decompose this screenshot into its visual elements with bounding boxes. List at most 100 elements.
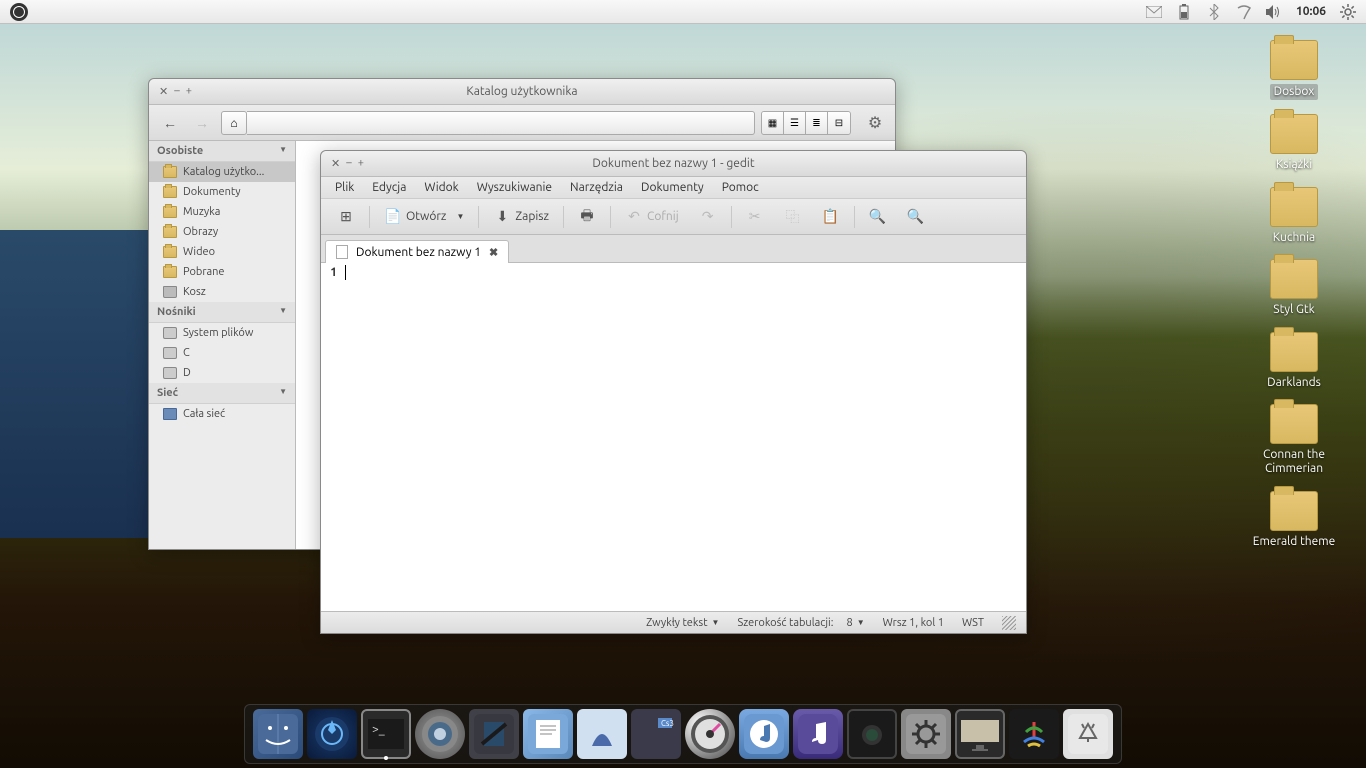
svg-text:>_: >_ (372, 723, 385, 736)
dock-terminal[interactable]: >_ (361, 709, 411, 759)
home-button[interactable]: ⌂ (221, 111, 247, 135)
sidebar-item[interactable]: Kosz (149, 282, 295, 302)
resize-grip[interactable] (1002, 616, 1016, 630)
sidebar-item[interactable]: Muzyka (149, 202, 295, 222)
text-editor[interactable] (341, 263, 1026, 611)
menu-edycja[interactable]: Edycja (364, 179, 414, 196)
back-button[interactable]: ← (157, 111, 183, 135)
syntax-mode-selector[interactable]: Zwykły tekst▼ (646, 617, 719, 629)
dock-finder[interactable] (253, 709, 303, 759)
tab-close-icon[interactable]: ✖ (489, 246, 498, 259)
clock[interactable]: 10:06 (1296, 5, 1326, 18)
sidebar-item[interactable]: Katalog użytko... (149, 162, 295, 182)
desktop-folder[interactable]: Emerald theme (1244, 491, 1344, 549)
find-button[interactable]: 🔍 (863, 205, 893, 229)
dock-scribus[interactable] (577, 709, 627, 759)
sidebar-item[interactable]: D (149, 363, 295, 383)
copy-button[interactable]: ⿻ (778, 205, 808, 229)
list-view-button[interactable]: ☰ (784, 112, 806, 134)
maximize-button[interactable]: + (358, 157, 364, 170)
dock-camera[interactable] (847, 709, 897, 759)
sidebar-item[interactable]: Wideo (149, 242, 295, 262)
sidebar-item[interactable]: Cała sieć (149, 404, 295, 424)
document-tab[interactable]: Dokument bez nazwy 1 ✖ (325, 240, 509, 263)
minimize-button[interactable]: – (346, 157, 351, 170)
gedit-titlebar[interactable]: ✕ – + Dokument bez nazwy 1 - gedit (321, 151, 1026, 177)
dock-itunes[interactable] (739, 709, 789, 759)
menu-plik[interactable]: Plik (327, 179, 362, 196)
mail-indicator-icon[interactable] (1146, 4, 1162, 20)
sidebar-section-header[interactable]: Osobiste▼ (149, 141, 295, 162)
minimize-button[interactable]: – (174, 85, 179, 98)
dock-amarok[interactable] (685, 709, 735, 759)
menu-wyszukiwanie[interactable]: Wyszukiwanie (469, 179, 560, 196)
compact-view-button[interactable]: ≣ (806, 112, 828, 134)
tab-width-selector[interactable]: Szerokość tabulacji: 8▼ (737, 617, 864, 629)
dock-notes[interactable] (469, 709, 519, 759)
sidebar-item-label: Katalog użytko... (183, 166, 264, 178)
dock-settings[interactable] (901, 709, 951, 759)
paste-button[interactable]: 📋 (816, 205, 846, 229)
undo-label: Cofnij (647, 210, 679, 223)
sidebar-item[interactable]: C (149, 343, 295, 363)
undo-button[interactable]: ↶Cofnij (619, 205, 685, 229)
activities-button[interactable] (0, 0, 38, 24)
paste-icon: 📋 (822, 208, 840, 226)
gedit-title: Dokument bez nazwy 1 - gedit (321, 157, 1026, 170)
volume-indicator-icon[interactable] (1266, 4, 1282, 20)
top-panel: 10:06 (0, 0, 1366, 24)
menu-widok[interactable]: Widok (416, 179, 466, 196)
desktop-folder[interactable]: Kuchnia (1244, 187, 1344, 245)
dock-writer[interactable] (523, 709, 573, 759)
text-cursor (345, 265, 346, 280)
fm-menu-gear-icon[interactable]: ⚙ (863, 111, 887, 135)
fm-titlebar[interactable]: ✕ – + Katalog użytkownika (149, 79, 895, 105)
redo-button[interactable]: ↷ (693, 205, 723, 229)
folder-icon (1270, 40, 1318, 80)
new-document-button[interactable]: ⊞ (331, 205, 361, 229)
desktop-folder[interactable]: Connan the Cimmerian (1244, 404, 1344, 477)
open-button[interactable]: 📄Otwórz▼ (378, 205, 470, 229)
menu-pomoc[interactable]: Pomoc (714, 179, 767, 196)
dock-browser[interactable] (415, 709, 465, 759)
close-button[interactable]: ✕ (331, 157, 340, 170)
forward-button[interactable]: → (189, 111, 215, 135)
sidebar-item[interactable]: System plików (149, 323, 295, 343)
print-button[interactable]: 🖶 (572, 205, 602, 229)
dock-photoshop[interactable]: Cs3 (631, 709, 681, 759)
desktop-folder[interactable]: Styl Gtk (1244, 259, 1344, 317)
settings-gear-icon[interactable] (1340, 4, 1356, 20)
sidebar-item[interactable]: Pobrane (149, 262, 295, 282)
sidebar-section-header[interactable]: Nośniki▼ (149, 302, 295, 323)
find-replace-button[interactable]: 🔍 (901, 205, 931, 229)
path-bar[interactable] (247, 111, 755, 135)
icon-view-button[interactable]: ▦ (762, 112, 784, 134)
dock-games[interactable] (1009, 709, 1059, 759)
dock-trash[interactable] (1063, 709, 1113, 759)
bluetooth-indicator-icon[interactable] (1206, 4, 1222, 20)
save-button[interactable]: ⬇Zapisz (487, 205, 555, 229)
sidebar-item[interactable]: Obrazy (149, 222, 295, 242)
folder-icon (163, 266, 177, 278)
open-label: Otwórz (406, 210, 446, 223)
tree-view-button[interactable]: ⊟ (828, 112, 850, 134)
folder-icon (1270, 259, 1318, 299)
maximize-button[interactable]: + (186, 85, 192, 98)
sidebar-item[interactable]: Dokumenty (149, 182, 295, 202)
cut-button[interactable]: ✂ (740, 205, 770, 229)
desktop-folder[interactable]: Darklands (1244, 332, 1344, 390)
folder-label: Styl Gtk (1273, 303, 1314, 317)
dock-monitor[interactable] (955, 709, 1005, 759)
dock-music[interactable] (793, 709, 843, 759)
close-button[interactable]: ✕ (159, 85, 168, 98)
desktop-folder[interactable]: Książki (1244, 114, 1344, 172)
folder-label: Connan the Cimmerian (1244, 448, 1344, 477)
desktop-folder[interactable]: Dosbox (1244, 40, 1344, 100)
menu-narzędzia[interactable]: Narzędzia (562, 179, 631, 196)
dock-launcher[interactable] (307, 709, 357, 759)
menu-dokumenty[interactable]: Dokumenty (633, 179, 712, 196)
accessibility-icon[interactable] (1236, 4, 1252, 20)
sidebar-section-header[interactable]: Sieć▼ (149, 383, 295, 404)
cut-icon: ✂ (746, 208, 764, 226)
battery-indicator-icon[interactable] (1176, 4, 1192, 20)
